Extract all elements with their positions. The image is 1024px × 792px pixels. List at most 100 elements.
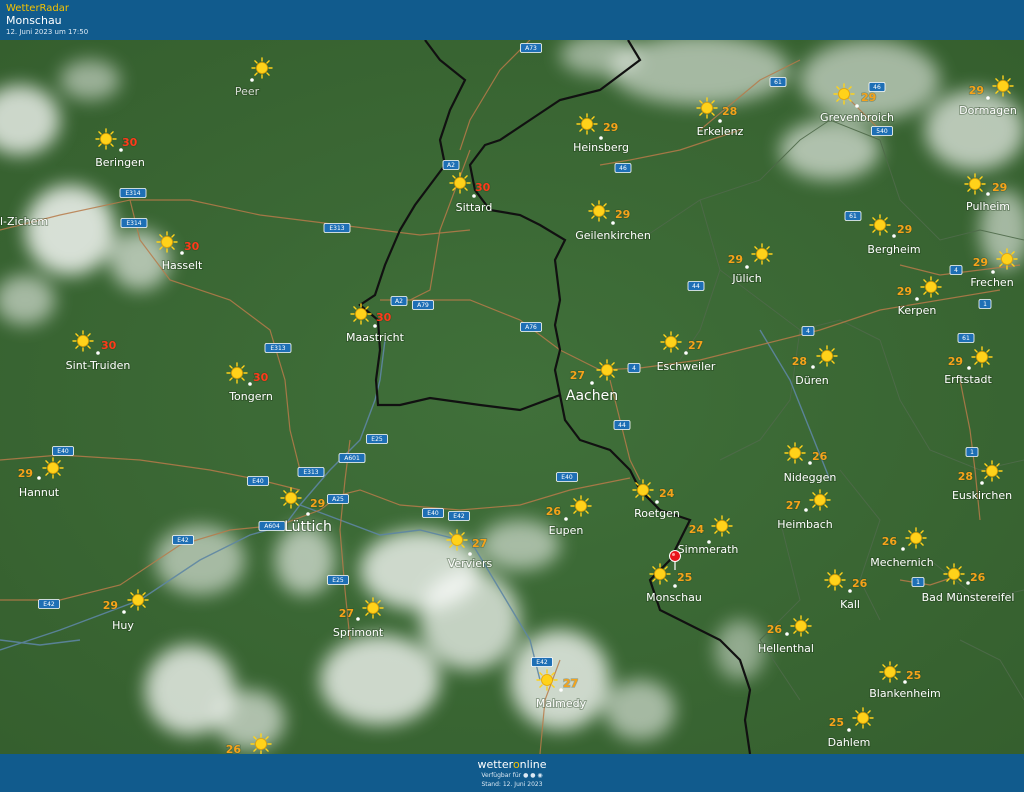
road-number: 4 (954, 267, 958, 274)
city-dot (991, 270, 995, 274)
temperature-label: 30 (253, 371, 269, 384)
sun-icon (449, 172, 471, 194)
city-name: Tongern (228, 390, 273, 403)
temperature-label: 26 (767, 623, 783, 636)
road-sign: 4 (627, 363, 641, 373)
temperature-label: 25 (906, 669, 921, 682)
city-dot (903, 680, 907, 684)
temperature-label: 24 (659, 487, 675, 500)
temperature-label: 30 (184, 240, 200, 253)
road-number: E40 (561, 474, 573, 481)
brand-accent: o (512, 758, 520, 771)
road-number: 61 (774, 79, 782, 86)
sun-icon (127, 589, 149, 611)
city-dot (915, 297, 919, 301)
road-sign: E42 (531, 657, 553, 667)
road-number: 46 (619, 165, 627, 172)
sun-icon (751, 243, 773, 265)
road-sign: E313 (323, 223, 351, 233)
city-dot (718, 119, 722, 123)
weather-map[interactable]: A73 61 46 540 A2 46 E314 E313 E314 61 4 44 1 A2 A79 A76… (0, 40, 1024, 754)
sun-icon (156, 231, 178, 253)
road-sign: 61 (844, 211, 862, 221)
city-dot (967, 366, 971, 370)
city-name: Nideggen (784, 471, 837, 484)
city-dot (122, 610, 126, 614)
road-sign: E313 (297, 467, 325, 477)
sun-icon (905, 527, 927, 549)
temperature-label: 27 (688, 339, 703, 352)
temperature-label: 30 (376, 311, 392, 324)
city-dot (785, 632, 789, 636)
road-sign: 44 (687, 281, 705, 291)
sun-icon (596, 359, 618, 381)
road-number: E313 (270, 345, 285, 352)
road-number: 44 (692, 283, 700, 290)
city-dot (847, 728, 851, 732)
road-sign: E313 (264, 343, 292, 353)
road-number: E40 (427, 510, 439, 517)
city-name: Erftstadt (944, 373, 992, 386)
city-name: Verviers (448, 557, 493, 570)
temperature-label: 29 (728, 253, 743, 266)
sun-icon (250, 733, 272, 754)
city-name: Frechen (970, 276, 1013, 289)
city-marker[interactable]: l-Zichem (0, 214, 49, 229)
brand-logo[interactable]: wetteronline (0, 758, 1024, 771)
temperature-label: 28 (958, 470, 973, 483)
map-canvas[interactable]: A736146540A2 46E314E313E314614441A2A79A76… (0, 40, 1024, 754)
sun-icon (350, 303, 372, 325)
sun-icon (869, 214, 891, 236)
sun-icon (660, 331, 682, 353)
temperature-label: 29 (861, 91, 876, 104)
sun-icon (649, 563, 671, 585)
road-number: A604 (264, 523, 280, 530)
road-sign: 61 (957, 333, 975, 343)
city-name: Lüttich (284, 519, 332, 535)
city-name: Kerpen (898, 304, 937, 317)
temperature-label: 26 (812, 450, 828, 463)
road-sign: 4 (949, 265, 963, 275)
road-sign: A2 (442, 160, 460, 170)
city-name: Pulheim (966, 200, 1010, 213)
road-number: 1 (916, 579, 920, 586)
road-number: E42 (453, 513, 465, 520)
city-name: Eschweiler (657, 360, 716, 373)
sun-icon (226, 362, 248, 384)
sun-icon (446, 529, 468, 551)
city-name: Hannut (19, 486, 60, 499)
sun-icon (632, 479, 654, 501)
sun-icon (971, 346, 993, 368)
city-name: Jülich (731, 272, 761, 285)
road-number: A25 (332, 496, 344, 503)
temperature-label: 27 (786, 499, 801, 512)
city-name: Huy (112, 619, 134, 632)
city-name: Monschau (646, 591, 702, 604)
temperature-label: 27 (563, 677, 578, 690)
sun-icon (784, 442, 806, 464)
road-sign: 44 (613, 420, 631, 430)
sun-icon (696, 97, 718, 119)
sun-icon (72, 330, 94, 352)
temperature-label: 26 (852, 577, 868, 590)
temperature-label: 29 (969, 84, 984, 97)
temperature-label: 27 (570, 369, 585, 382)
temperature-label: 26 (882, 535, 898, 548)
road-number: A73 (525, 45, 537, 52)
city-dot (808, 461, 812, 465)
road-number: A2 (447, 162, 455, 169)
city-name: Euskirchen (952, 489, 1012, 502)
road-sign: E40 (556, 472, 578, 482)
city-name: Bad Münstereifel (922, 591, 1015, 604)
city-dot (611, 221, 615, 225)
city-name: Mechernich (870, 556, 933, 569)
city-dot (119, 148, 123, 152)
sun-icon (711, 515, 733, 537)
road-number: A2 (395, 298, 403, 305)
road-number: E25 (332, 577, 344, 584)
city-name: Geilenkirchen (575, 229, 651, 242)
sun-icon (824, 569, 846, 591)
road-number: 61 (849, 213, 857, 220)
city-name: Roetgen (634, 507, 680, 520)
availability-text: Verfügbar für (481, 772, 522, 779)
